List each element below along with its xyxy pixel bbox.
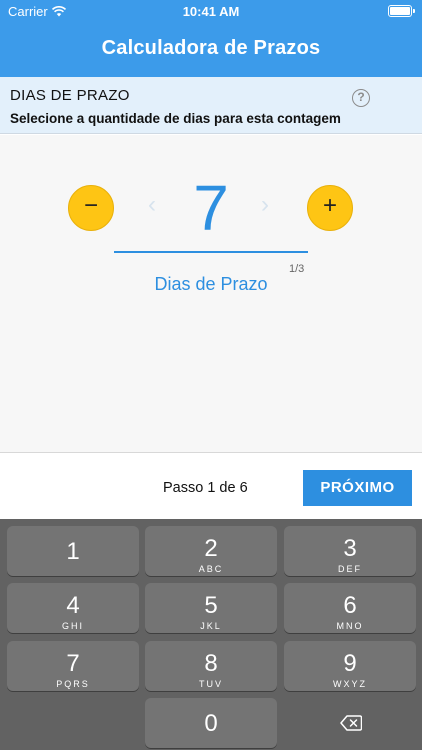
key-letters: JKL	[200, 621, 222, 631]
step-indicator: Passo 1 de 6	[163, 480, 248, 496]
key-letters: ABC	[198, 564, 224, 574]
key-9[interactable]: 9 WXYZ	[284, 641, 416, 691]
key-letters: GHI	[61, 621, 84, 631]
key-digit: 7	[66, 650, 80, 677]
status-time: 10:41 AM	[182, 4, 240, 19]
key-4[interactable]: 4 GHI	[7, 583, 139, 633]
key-1[interactable]: 1	[7, 526, 139, 576]
section-subtitle: Selecione a quantidade de dias para esta…	[10, 111, 341, 126]
next-button[interactable]: PRÓXIMO	[303, 470, 412, 506]
nav-title: Calculadora de Prazos	[101, 37, 321, 59]
key-5[interactable]: 5 JKL	[145, 583, 277, 633]
key-3[interactable]: 3 DEF	[284, 526, 416, 576]
key-digit: 1	[66, 538, 80, 565]
key-6[interactable]: 6 MNO	[284, 583, 416, 633]
key-digit: 5	[204, 592, 218, 619]
key-digit: 6	[343, 592, 357, 619]
key-letters: MNO	[336, 621, 364, 631]
key-digit: 4	[66, 592, 80, 619]
key-letters: TUV	[199, 679, 223, 689]
battery-icon	[388, 5, 415, 17]
backspace-key[interactable]	[284, 698, 416, 748]
key-letters: DEF	[338, 564, 362, 574]
key-digit: 3	[343, 535, 357, 562]
key-digit: 0	[204, 710, 218, 737]
backspace-icon	[340, 715, 362, 731]
key-digit: 2	[204, 535, 218, 562]
value-underline	[114, 251, 308, 253]
header: Carrier 10:41 AM Calculadora de Prazos	[0, 0, 422, 77]
key-2[interactable]: 2 ABC	[145, 526, 277, 576]
days-value[interactable]: 7	[0, 171, 422, 245]
key-letters: PQRS	[56, 679, 90, 689]
numeric-keyboard: 1 2 ABC 3 DEF 4 GHI 5 JKL 6 MNO 7 PQRS 8…	[0, 519, 422, 750]
key-0[interactable]: 0	[145, 698, 277, 748]
section-header: DIAS DE PRAZO Selecione a quantidade de …	[0, 77, 422, 134]
increment-button[interactable]: +	[307, 185, 353, 231]
key-8[interactable]: 8 TUV	[145, 641, 277, 691]
chevron-right-icon[interactable]: ›	[261, 191, 269, 219]
key-digit: 8	[204, 650, 218, 677]
question-circle-icon[interactable]: ?	[352, 89, 370, 107]
days-label: Dias de Prazo	[154, 274, 268, 294]
key-digit: 9	[343, 650, 357, 677]
footer: Passo 1 de 6 PRÓXIMO	[0, 452, 422, 519]
key-letters: WXYZ	[333, 679, 367, 689]
picker-area: − ‹ 7 › + 1/3 Dias de Prazo	[0, 135, 422, 452]
key-7[interactable]: 7 PQRS	[7, 641, 139, 691]
status-bar: Carrier 10:41 AM	[0, 0, 422, 24]
